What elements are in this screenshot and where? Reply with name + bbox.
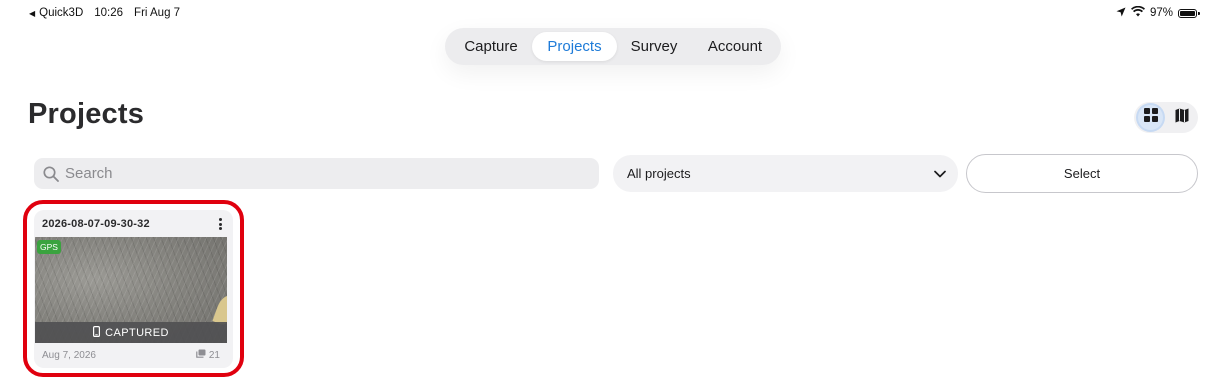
project-card[interactable]: 2026-08-07-09-30-32 GPS CAPTURED Aug 7, … [34,210,233,368]
grid-icon [1143,108,1158,127]
tab-capture[interactable]: Capture [453,32,529,61]
status-right: 97% [1116,5,1200,20]
location-arrow-icon [1116,7,1126,20]
photos-stack-icon [196,349,206,361]
battery-percent: 97% [1149,7,1173,19]
project-filter-dropdown[interactable]: All projects [613,155,958,192]
project-date: Aug 7, 2026 [42,350,96,361]
tab-survey[interactable]: Survey [620,32,688,61]
grid-view-button[interactable] [1138,105,1163,130]
main-tab-bar: Capture Projects Survey Account [445,28,781,65]
status-date: Fri Aug 7 [134,7,181,19]
page-title: Projects [28,98,145,130]
search-icon [42,165,60,183]
photo-count: 21 [196,349,220,361]
filter-selected-value: All projects [627,166,691,181]
select-button[interactable]: Select [966,154,1198,193]
project-name: 2026-08-07-09-30-32 [42,218,150,230]
wifi-icon [1130,5,1145,20]
map-icon [1175,108,1189,128]
chevron-down-icon [934,166,946,181]
search-bar [34,158,599,189]
status-left: ◀ Quick3D 10:26 Fri Aug 7 [29,7,180,19]
gps-badge: GPS [37,240,61,254]
status-bar: ◀ Quick3D 10:26 Fri Aug 7 97% [0,0,1223,26]
phone-icon [93,325,101,340]
search-input[interactable] [63,164,587,183]
back-triangle-icon[interactable]: ◀ [29,9,35,18]
tab-projects[interactable]: Projects [532,32,617,61]
status-time: 10:26 [94,7,124,19]
project-thumbnail: GPS CAPTURED [35,237,227,343]
more-options-icon[interactable] [219,218,223,230]
battery-icon [1178,8,1200,18]
map-view-button[interactable] [1169,105,1194,130]
status-label: CAPTURED [105,326,169,339]
photo-count-value: 21 [208,349,220,361]
back-app-label[interactable]: Quick3D [39,7,83,19]
status-banner: CAPTURED [35,322,227,343]
tab-account[interactable]: Account [695,32,775,61]
view-toggle [1134,102,1198,133]
